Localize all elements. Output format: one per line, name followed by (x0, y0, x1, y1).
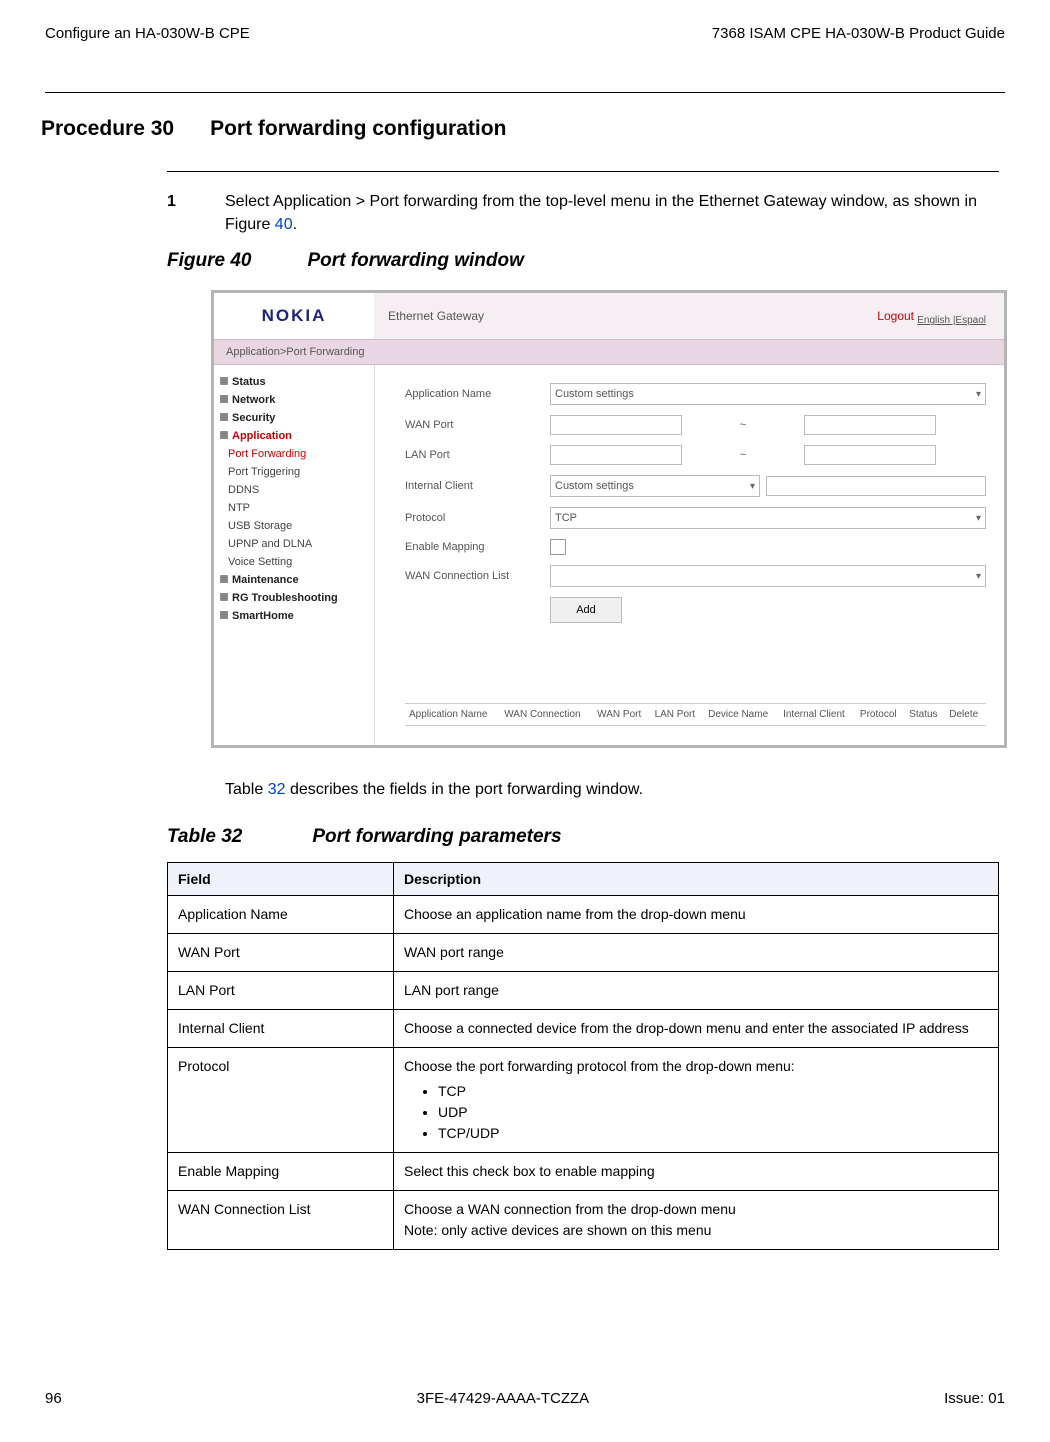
range-separator: ~ (688, 419, 798, 431)
wanport-end-input[interactable] (804, 415, 936, 435)
logout-link[interactable]: Logout (877, 309, 914, 323)
table-row: WAN Port WAN port range (168, 933, 999, 971)
range-separator: ~ (688, 449, 798, 461)
sidebar-item-port-triggering[interactable]: Port Triggering (214, 463, 374, 481)
figure-caption: Figure 40 Port forwarding window (167, 250, 1005, 272)
table-row: WAN Connection List Choose a WAN connect… (168, 1190, 999, 1249)
procedure-heading: Procedure 30 Port forwarding configurati… (41, 117, 1005, 141)
th-protocol: Protocol (856, 704, 905, 726)
sidebar-item-ntp[interactable]: NTP (214, 499, 374, 517)
internalclient-label: Internal Client (405, 480, 550, 492)
header-left: Configure an HA-030W-B CPE (45, 25, 250, 42)
procedure-title: Port forwarding configuration (210, 117, 506, 141)
sidebar-item-maintenance[interactable]: Maintenance (214, 571, 374, 589)
step-number: 1 (167, 190, 225, 236)
list-item: TCP (438, 1081, 988, 1102)
figure-screenshot: NOKIA Ethernet Gateway Logout English |E… (211, 290, 1007, 748)
divider (45, 92, 1005, 93)
nokia-logo: NOKIA (262, 306, 327, 326)
sidebar-item-rg-troubleshooting[interactable]: RG Troubleshooting (214, 589, 374, 607)
parameters-table: Field Description Application Name Choos… (167, 862, 999, 1250)
procedure-divider (167, 171, 999, 172)
internalclient-select[interactable]: Custom settings (550, 475, 760, 497)
protocol-label: Protocol (405, 512, 550, 524)
sidebar-item-upnp[interactable]: UPNP and DLNA (214, 535, 374, 553)
table-row: Enable Mapping Select this check box to … (168, 1152, 999, 1190)
enablemapping-label: Enable Mapping (405, 541, 550, 553)
page-footer: 96 3FE-47429-AAAA-TCZZA Issue: 01 (45, 1390, 1005, 1407)
internalclient-ip-input[interactable] (766, 476, 986, 496)
table-ref-link[interactable]: 32 (268, 781, 286, 798)
page-number: 96 (45, 1390, 62, 1407)
th-description: Description (394, 862, 999, 895)
header-right: 7368 ISAM CPE HA-030W-B Product Guide (712, 25, 1005, 42)
lanport-label: LAN Port (405, 449, 550, 461)
th-internalclient: Internal Client (779, 704, 856, 726)
breadcrumb: Application>Port Forwarding (214, 339, 1004, 365)
th-appname: Application Name (405, 704, 500, 726)
main-form: Application Name Custom settings WAN Por… (375, 365, 1004, 745)
enablemapping-checkbox[interactable] (550, 539, 566, 555)
sidebar-item-network[interactable]: Network (214, 391, 374, 409)
sidebar-item-ddns[interactable]: DDNS (214, 481, 374, 499)
appname-select[interactable]: Custom settings (550, 383, 986, 405)
appname-label: Application Name (405, 388, 550, 400)
table-title: Port forwarding parameters (312, 826, 561, 848)
th-wanconn: WAN Connection (500, 704, 593, 726)
table-intro-paragraph: Table 32 describes the fields in the por… (225, 778, 1005, 801)
th-wanport: WAN Port (593, 704, 650, 726)
table-caption: Table 32 Port forwarding parameters (167, 826, 1005, 848)
sidebar-item-port-forwarding[interactable]: Port Forwarding (214, 445, 374, 463)
language-links[interactable]: English |Espaol (917, 315, 986, 326)
figure-title: Port forwarding window (307, 250, 523, 272)
th-devicename: Device Name (704, 704, 779, 726)
th-delete: Delete (945, 704, 986, 726)
doc-id: 3FE-47429-AAAA-TCZZA (417, 1390, 590, 1407)
sidebar-item-voice[interactable]: Voice Setting (214, 553, 374, 571)
step-text: Select Application > Port forwarding fro… (225, 190, 1005, 236)
protocol-select[interactable]: TCP (550, 507, 986, 529)
step-1: 1 Select Application > Port forwarding f… (167, 190, 1005, 236)
figure-label: Figure 40 (167, 250, 251, 272)
sidebar-item-security[interactable]: Security (214, 409, 374, 427)
figure-ref-link[interactable]: 40 (275, 216, 293, 233)
wanconnlist-label: WAN Connection List (405, 570, 550, 582)
issue-number: Issue: 01 (944, 1390, 1005, 1407)
list-item: UDP (438, 1102, 988, 1123)
sidebar: Status Network Security Application Port… (214, 365, 375, 745)
lanport-start-input[interactable] (550, 445, 682, 465)
lanport-end-input[interactable] (804, 445, 936, 465)
rules-table: Application Name WAN Connection WAN Port… (405, 703, 986, 726)
table-row: Application Name Choose an application n… (168, 895, 999, 933)
window-title: Ethernet Gateway (388, 309, 484, 323)
wanport-start-input[interactable] (550, 415, 682, 435)
procedure-label: Procedure 30 (41, 117, 174, 141)
sidebar-item-usb[interactable]: USB Storage (214, 517, 374, 535)
add-button[interactable]: Add (550, 597, 622, 623)
sidebar-item-application[interactable]: Application (214, 427, 374, 445)
wanconnlist-select[interactable] (550, 565, 986, 587)
wanport-label: WAN Port (405, 419, 550, 431)
table-row: LAN Port LAN port range (168, 971, 999, 1009)
th-status: Status (905, 704, 945, 726)
table-row: Internal Client Choose a connected devic… (168, 1009, 999, 1047)
sidebar-item-status[interactable]: Status (214, 373, 374, 391)
sidebar-item-smarthome[interactable]: SmartHome (214, 607, 374, 625)
table-row: Protocol Choose the port forwarding prot… (168, 1047, 999, 1152)
table-label: Table 32 (167, 826, 242, 848)
logo-cell: NOKIA (214, 293, 374, 339)
th-field: Field (168, 862, 394, 895)
th-lanport: LAN Port (651, 704, 705, 726)
list-item: TCP/UDP (438, 1123, 988, 1144)
